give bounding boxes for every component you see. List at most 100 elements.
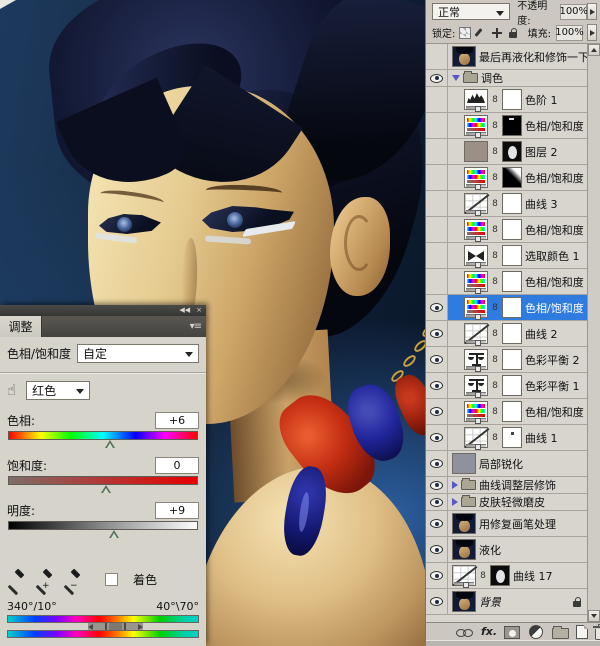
expand-toggle-icon[interactable] — [452, 75, 460, 81]
layer-mask-thumbnail[interactable] — [502, 297, 522, 318]
layer-thumbnail[interactable] — [452, 591, 476, 612]
mask-link-icon[interactable] — [479, 571, 487, 581]
layer-row[interactable]: 曲线 1 — [426, 425, 587, 451]
layer-row-content[interactable]: 选取颜色 1 — [448, 243, 587, 268]
layer-row[interactable]: 色相/饱和度 3 — [426, 269, 587, 295]
range-falloff-right-icon[interactable] — [138, 624, 143, 630]
layer-mask-thumbnail[interactable] — [502, 375, 522, 396]
layer-thumbnail[interactable] — [464, 167, 488, 188]
layer-row-content[interactable]: 曲线 2 — [448, 321, 587, 346]
layer-row-content[interactable]: 液化 — [448, 537, 587, 562]
visibility-toggle[interactable] — [426, 70, 448, 86]
layer-thumbnail[interactable] — [464, 427, 488, 448]
layer-mask-thumbnail[interactable] — [502, 167, 522, 188]
opacity-value-field[interactable]: 100% — [560, 4, 587, 20]
layer-name[interactable]: 曲线 3 — [525, 196, 558, 212]
blend-mode-dropdown[interactable]: 正常 — [432, 3, 510, 20]
layers-scrollbar[interactable] — [587, 44, 600, 622]
panel-resize-strip[interactable] — [426, 640, 600, 646]
tab-adjustments[interactable]: 调整 — [0, 316, 42, 337]
eyedropper-add-icon[interactable]: + — [35, 571, 52, 588]
layer-row-content[interactable]: 色相/饱和度 3 — [448, 269, 587, 294]
eyedropper-subtract-icon[interactable]: − — [63, 571, 80, 588]
layer-row-content[interactable]: 色相/饱和度 2 — [448, 295, 587, 320]
layer-row-content[interactable]: 曲线 1 — [448, 425, 587, 450]
layer-row-content[interactable]: 局部锐化 — [448, 451, 587, 476]
layer-mask-thumbnail[interactable] — [502, 245, 522, 266]
layer-name[interactable]: 局部锐化 — [479, 456, 523, 472]
visibility-toggle[interactable] — [426, 477, 448, 493]
layer-thumbnail[interactable] — [464, 349, 488, 370]
layer-row[interactable]: 最后再液化和修饰一下 — [426, 44, 587, 70]
visibility-toggle[interactable] — [426, 347, 448, 372]
layer-thumbnail[interactable] — [464, 141, 488, 162]
layer-mask-thumbnail[interactable] — [502, 427, 522, 448]
layer-thumbnail[interactable] — [464, 297, 488, 318]
layer-name[interactable]: 曲线调整层修饰 — [479, 477, 556, 493]
layer-name[interactable]: 曲线 1 — [525, 430, 558, 446]
layer-row[interactable]: 液化 — [426, 537, 587, 563]
layer-name[interactable]: 色相/饱和度 6 — [525, 118, 587, 134]
visibility-toggle[interactable] — [426, 373, 448, 398]
layer-name[interactable]: 最后再液化和修饰一下 — [479, 49, 587, 65]
layer-thumbnail[interactable] — [464, 323, 488, 344]
close-panel-icon[interactable]: × — [196, 307, 202, 314]
layer-row-content[interactable]: 最后再液化和修饰一下 — [448, 44, 587, 69]
saturation-slider-marker[interactable] — [101, 485, 111, 493]
layer-row[interactable]: 色阶 1 — [426, 87, 587, 113]
add-layer-mask-icon[interactable] — [504, 626, 520, 639]
layer-mask-thumbnail[interactable] — [502, 323, 522, 344]
range-falloff-left-icon[interactable] — [88, 624, 93, 630]
hue-value-field[interactable]: +6 — [155, 412, 199, 429]
layer-row[interactable]: 曲线 3 — [426, 191, 587, 217]
visibility-toggle[interactable] — [426, 451, 448, 476]
layer-name[interactable]: 色彩平衡 1 — [525, 378, 580, 394]
layer-name[interactable]: 色相/饱和度 4 — [525, 170, 587, 186]
range-markers[interactable] — [88, 623, 144, 630]
layer-mask-thumbnail[interactable] — [490, 565, 510, 586]
expand-toggle-icon[interactable] — [452, 481, 458, 489]
layer-name[interactable]: 色相/饱和度 2 — [525, 300, 587, 316]
visibility-toggle[interactable] — [426, 589, 448, 614]
layer-row-content[interactable]: 色相/饱和度 6 — [448, 113, 587, 138]
link-layers-icon[interactable] — [456, 624, 474, 639]
visibility-toggle[interactable] — [426, 321, 448, 346]
layer-name[interactable]: 色相/饱和度 5 — [525, 222, 587, 238]
layer-name[interactable]: 背景 — [479, 594, 501, 610]
mask-link-icon[interactable] — [491, 329, 499, 339]
layer-row[interactable]: 选取颜色 1 — [426, 243, 587, 269]
layer-thumbnail[interactable] — [464, 115, 488, 136]
mask-link-icon[interactable] — [491, 381, 499, 391]
layer-row-content[interactable]: 色相/饱和度 4 — [448, 165, 587, 190]
layer-row[interactable]: 色相/饱和度 2 — [426, 295, 587, 321]
layer-row[interactable]: 局部锐化 — [426, 451, 587, 477]
layer-row[interactable]: 曲线 2 — [426, 321, 587, 347]
mask-link-icon[interactable] — [491, 199, 499, 209]
layer-row[interactable]: 色相/饱和度 4 — [426, 165, 587, 191]
layer-name[interactable]: 曲线 17 — [513, 568, 553, 584]
layer-row-content[interactable]: 背景 — [448, 589, 587, 614]
layer-name[interactable]: 图层 2 — [525, 144, 558, 160]
lock-all-icon[interactable] — [507, 27, 519, 39]
lightness-slider-marker[interactable] — [109, 530, 119, 538]
layer-name[interactable]: 皮肤轻微磨皮 — [479, 494, 545, 510]
layer-thumbnail[interactable] — [452, 539, 476, 560]
new-layer-icon[interactable] — [576, 625, 588, 639]
lock-pixels-icon[interactable] — [475, 27, 487, 39]
mask-link-icon[interactable] — [491, 225, 499, 235]
layer-mask-thumbnail[interactable] — [502, 271, 522, 292]
layer-row-content[interactable]: 用修复画笔处理 — [448, 511, 587, 536]
layer-row-content[interactable]: 曲线 17 — [448, 563, 587, 588]
fill-slider-button[interactable] — [587, 24, 597, 41]
layer-row[interactable]: 图层 2 — [426, 139, 587, 165]
scroll-up-icon[interactable] — [588, 44, 600, 56]
mask-link-icon[interactable] — [491, 407, 499, 417]
targeted-adjustment-icon[interactable]: ☝ — [7, 383, 16, 398]
layer-thumbnail[interactable] — [464, 245, 488, 266]
layer-row[interactable]: 皮肤轻微磨皮 — [426, 494, 587, 511]
layer-row-content[interactable]: 调色 — [448, 70, 587, 86]
visibility-toggle[interactable] — [426, 563, 448, 588]
visibility-toggle[interactable] — [426, 191, 448, 216]
visibility-toggle[interactable] — [426, 139, 448, 164]
visibility-toggle[interactable] — [426, 399, 448, 424]
